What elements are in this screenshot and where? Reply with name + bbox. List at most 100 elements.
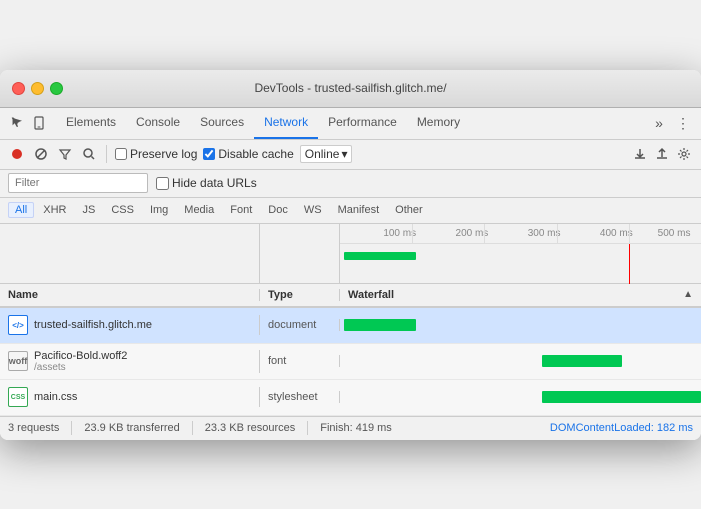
ruler-waterfall: 100 ms 200 ms 300 ms 400 ms 500 ms [340, 224, 701, 283]
row-1-type: document [260, 319, 340, 331]
record-button[interactable] [8, 145, 26, 163]
toolbar-right [631, 145, 693, 163]
type-filter-manifest[interactable]: Manifest [331, 202, 387, 218]
row-3-type: stylesheet [260, 391, 340, 403]
import-icon[interactable] [631, 145, 649, 163]
table-header: Name Type Waterfall ▲ [0, 284, 701, 308]
filter-icon[interactable] [56, 145, 74, 163]
ruler-line-2 [484, 224, 485, 243]
type-filter-css[interactable]: CSS [104, 202, 141, 218]
settings-icon[interactable] [675, 145, 693, 163]
type-filter-other[interactable]: Other [388, 202, 430, 218]
ruler-line-1 [412, 224, 413, 243]
row-2-name-cell: woff Pacifico-Bold.woff2 /assets [0, 350, 260, 373]
hide-data-urls-checkbox[interactable]: Hide data URLs [156, 176, 257, 190]
css-file-icon: CSS [8, 387, 28, 407]
preserve-log-input[interactable] [115, 148, 127, 160]
timeline-area: 100 ms 200 ms 300 ms 400 ms 500 ms [0, 224, 701, 416]
type-filter-row: All XHR JS CSS Img Media Font Doc WS Man… [0, 198, 701, 224]
tick-200: 200 ms [456, 228, 489, 239]
export-icon[interactable] [653, 145, 671, 163]
type-filter-doc[interactable]: Doc [261, 202, 295, 218]
nav-more-group: » ⋮ [649, 113, 693, 133]
ruler-type-spacer [260, 224, 340, 283]
sort-arrow-icon: ▲ [683, 289, 693, 300]
wf-chart [340, 244, 701, 284]
status-resources: 23.3 KB resources [205, 422, 296, 434]
row-2-waterfall [340, 343, 701, 379]
title-bar: DevTools - trusted-sailfish.glitch.me/ [0, 70, 701, 108]
toolbar-divider-1 [106, 145, 107, 163]
tick-500: 500 ms [658, 228, 691, 239]
ruler-line-4 [629, 224, 630, 243]
nav-tabs-bar: Elements Console Sources Network Perform… [0, 108, 701, 140]
dom-loaded-line [629, 244, 630, 284]
row-2-bar [542, 355, 621, 367]
row-1-bar [344, 319, 416, 331]
row-2-subname: /assets [34, 362, 127, 373]
table-row[interactable]: </> trusted-sailfish.glitch.me document [0, 308, 701, 344]
tab-network[interactable]: Network [254, 107, 318, 139]
type-filter-all[interactable]: All [8, 202, 34, 218]
type-filter-ws[interactable]: WS [297, 202, 329, 218]
tab-elements[interactable]: Elements [56, 107, 126, 139]
tick-300: 300 ms [528, 228, 561, 239]
row-1-name-group: trusted-sailfish.glitch.me [34, 319, 152, 331]
row-2-type: font [260, 355, 340, 367]
col-header-name[interactable]: Name [0, 289, 260, 301]
hide-data-urls-input[interactable] [156, 177, 169, 190]
search-icon[interactable] [80, 145, 98, 163]
mobile-icon[interactable] [30, 114, 48, 132]
status-divider-2 [192, 421, 193, 435]
preserve-log-checkbox[interactable]: Preserve log [115, 147, 197, 161]
tick-400: 400 ms [600, 228, 633, 239]
ruler-line-3 [557, 224, 558, 243]
cursor-icon[interactable] [8, 114, 26, 132]
disable-cache-input[interactable] [203, 148, 215, 160]
status-bar: 3 requests 23.9 KB transferred 23.3 KB r… [0, 416, 701, 440]
row-3-filename: main.css [34, 391, 77, 403]
more-tabs-button[interactable]: » [649, 113, 669, 133]
type-filter-img[interactable]: Img [143, 202, 175, 218]
font-file-icon: woff [8, 351, 28, 371]
devtools-body: Elements Console Sources Network Perform… [0, 108, 701, 440]
filter-row: Hide data URLs [0, 170, 701, 198]
type-filter-font[interactable]: Font [223, 202, 259, 218]
window-title: DevTools - trusted-sailfish.glitch.me/ [254, 81, 446, 95]
tab-performance[interactable]: Performance [318, 107, 407, 139]
row-2-name-group: Pacifico-Bold.woff2 /assets [34, 350, 127, 373]
col-header-type[interactable]: Type [260, 289, 340, 301]
clear-button[interactable] [32, 145, 50, 163]
traffic-lights [12, 82, 63, 95]
tab-sources[interactable]: Sources [190, 107, 254, 139]
html-file-icon: </> [8, 315, 28, 335]
chevron-down-icon: ▾ [341, 147, 347, 161]
disable-cache-checkbox[interactable]: Disable cache [203, 147, 293, 161]
tab-memory[interactable]: Memory [407, 107, 470, 139]
minimize-button[interactable] [31, 82, 44, 95]
type-filter-media[interactable]: Media [177, 202, 221, 218]
status-divider-3 [307, 421, 308, 435]
devtools-menu-button[interactable]: ⋮ [673, 113, 693, 133]
tick-100: 100 ms [383, 228, 416, 239]
network-toolbar: Preserve log Disable cache Online ▾ [0, 140, 701, 170]
table-row[interactable]: woff Pacifico-Bold.woff2 /assets font [0, 344, 701, 380]
tab-console[interactable]: Console [126, 107, 190, 139]
row-3-name-cell: CSS main.css [0, 387, 260, 407]
row-3-bar [542, 391, 701, 403]
maximize-button[interactable] [50, 82, 63, 95]
col-header-waterfall[interactable]: Waterfall ▲ [340, 289, 701, 301]
row-2-filename: Pacifico-Bold.woff2 [34, 350, 127, 362]
table-row[interactable]: CSS main.css stylesheet [0, 380, 701, 416]
type-filter-xhr[interactable]: XHR [36, 202, 73, 218]
nav-icons [8, 114, 48, 132]
devtools-window: DevTools - trusted-sailfish.glitch.me/ [0, 70, 701, 440]
close-button[interactable] [12, 82, 25, 95]
type-filter-js[interactable]: JS [75, 202, 102, 218]
row-1-name-cell: </> trusted-sailfish.glitch.me [0, 315, 260, 335]
row-1-filename: trusted-sailfish.glitch.me [34, 319, 152, 331]
filter-input[interactable] [8, 173, 148, 193]
throttle-select[interactable]: Online ▾ [300, 145, 353, 163]
status-requests: 3 requests [8, 422, 59, 434]
row-3-waterfall [340, 379, 701, 415]
